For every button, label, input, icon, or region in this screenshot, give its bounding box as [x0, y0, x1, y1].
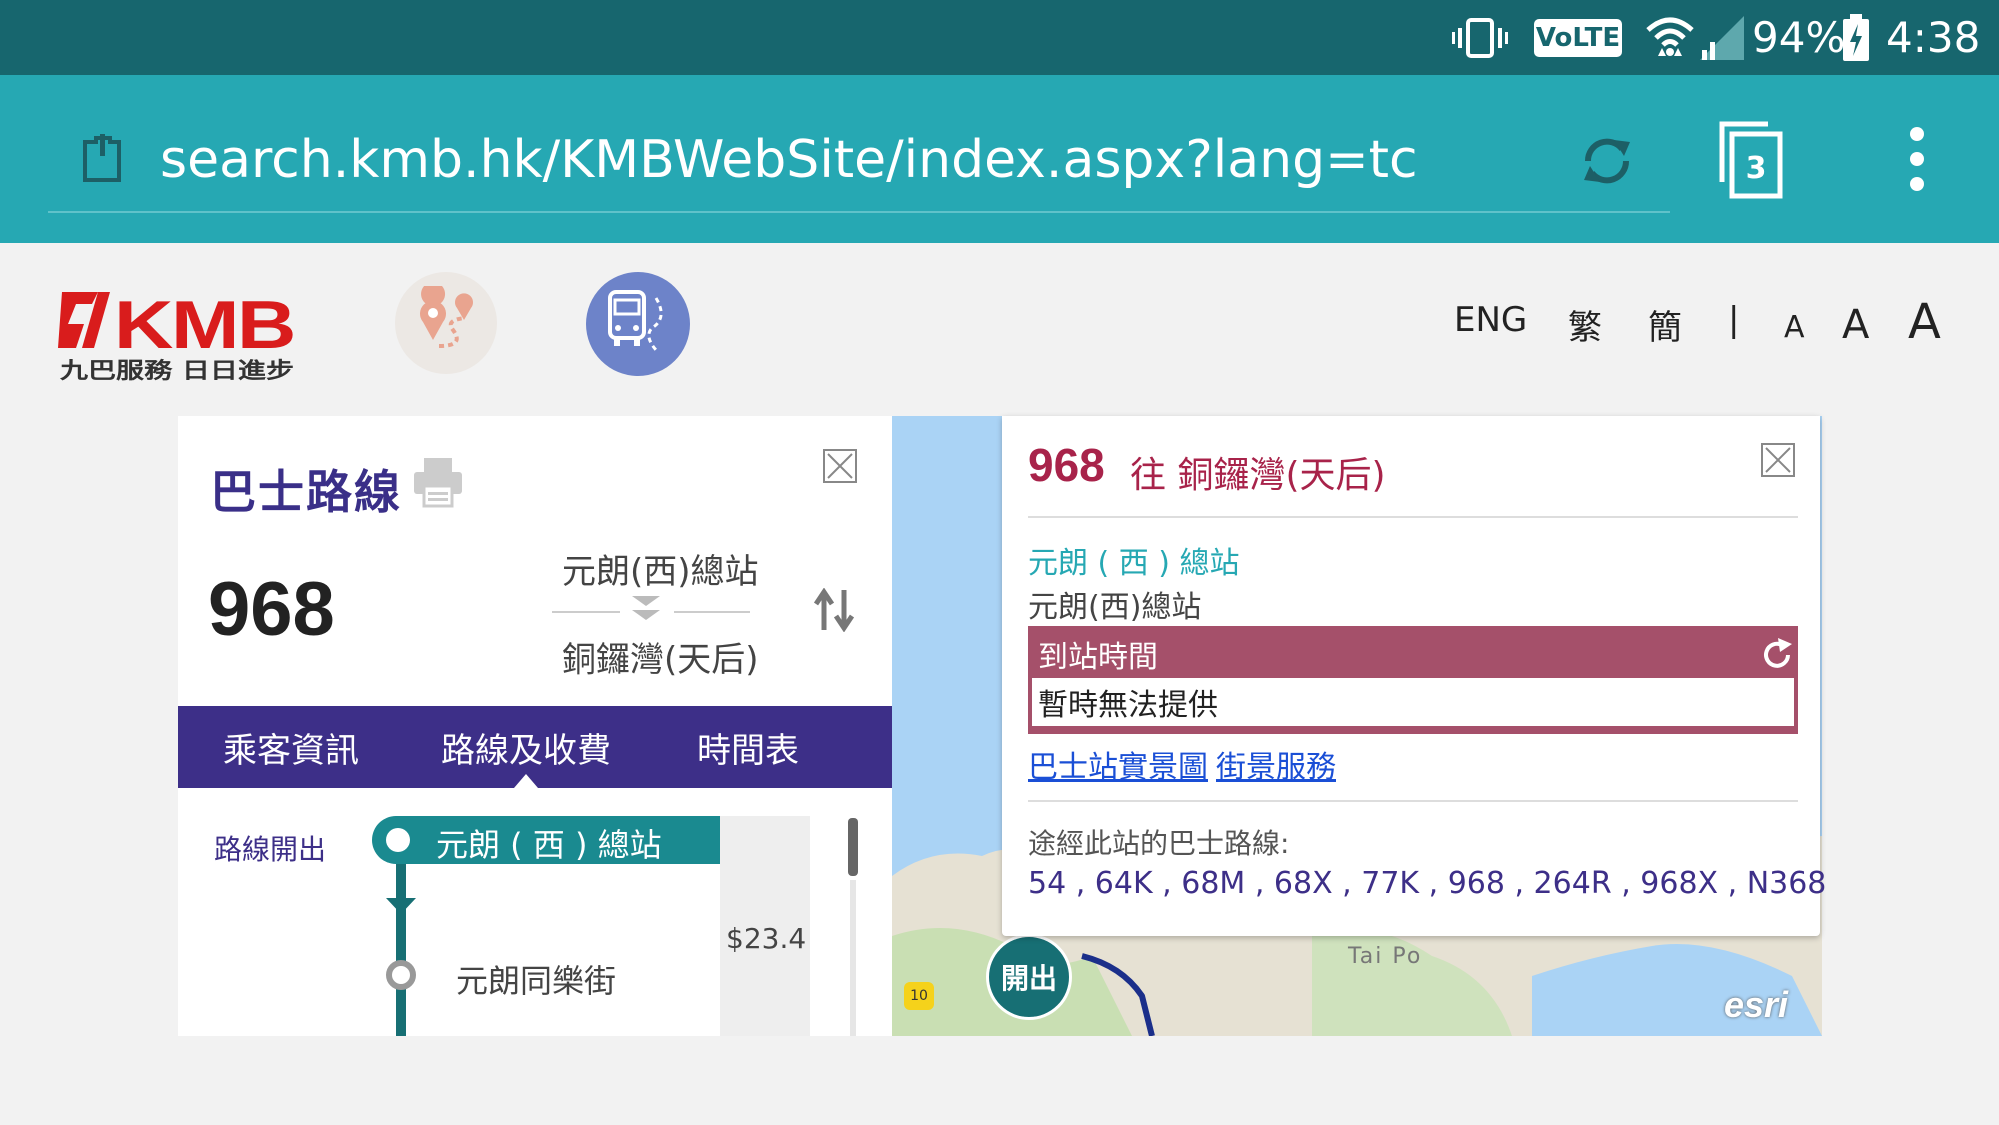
status-bar: VoLTE 94% 4:38: [0, 0, 1999, 75]
popup-route-number: 968: [1028, 439, 1105, 491]
stop-name[interactable]: 元朗 ( 西 ) 總站: [436, 820, 662, 866]
route-origin: 元朗(西)總站: [562, 552, 759, 592]
wifi-icon: [1646, 17, 1694, 56]
popup-destination: 往 銅鑼灣(天后): [1130, 455, 1386, 496]
url-field[interactable]: search.kmb.hk/KMBWebSite/index.aspx?lang…: [160, 130, 1418, 190]
page-icon[interactable]: [82, 134, 122, 184]
route-panel: 巴士路線 968 元朗(西)總站 銅鑼灣(天后) 乘客資訊 路線及收費 時間表 …: [178, 416, 892, 1036]
bus-route-icon: [608, 290, 663, 351]
route-search-button[interactable]: [395, 272, 497, 374]
print-icon[interactable]: [412, 456, 464, 508]
scrollbar-thumb[interactable]: [848, 818, 858, 876]
volte-icon: VoLTE: [1534, 19, 1622, 57]
route-destination: 銅鑼灣(天后): [562, 640, 759, 680]
popup-stop-title: 元朗 ( 西 ) 總站: [1028, 546, 1240, 581]
direction-label: 路線開出: [214, 833, 327, 866]
battery-percent: 94%: [1752, 13, 1846, 62]
fare-value: $23.4: [726, 922, 807, 955]
map-attribution: esri: [1724, 984, 1789, 1025]
more-menu-icon[interactable]: [1900, 126, 1934, 192]
vibrate-icon: [1452, 18, 1508, 58]
stop-photo-link[interactable]: 巴士站實景圖: [1028, 750, 1208, 785]
tab-passenger-info[interactable]: 乘客資訊: [178, 706, 404, 788]
logo-text: KMB: [114, 287, 294, 363]
site-header: [0, 243, 1999, 415]
lang-simplified[interactable]: 簡: [1648, 300, 1682, 349]
kmb-logo[interactable]: KMB 九巴服務 日日進步: [58, 284, 298, 384]
close-icon[interactable]: [1760, 442, 1796, 478]
header-divider: |: [1728, 300, 1740, 340]
font-size-large[interactable]: A: [1908, 294, 1941, 350]
swap-direction-icon[interactable]: [814, 588, 854, 632]
reload-icon[interactable]: [1578, 132, 1636, 190]
eta-header-label: 到站時間: [1038, 640, 1158, 675]
route-divider-right: [674, 611, 750, 613]
map-marker-label: 開出: [1000, 962, 1057, 995]
font-size-small[interactable]: A: [1784, 310, 1805, 345]
chevron-down-icon: [632, 596, 660, 620]
eta-value: 暫時無法提供: [1032, 678, 1794, 726]
route-number: 968: [208, 567, 335, 652]
clock: 4:38: [1886, 13, 1981, 62]
via-routes-list[interactable]: 54 , 64K , 68M , 68X , 77K , 968 , 264R …: [1028, 866, 1826, 901]
close-icon[interactable]: [822, 448, 858, 484]
arrow-down-icon: [386, 898, 416, 914]
signal-icon: [1700, 16, 1744, 60]
eta-header: 到站時間: [1032, 630, 1794, 678]
popup-links: 巴士站實景圖 街景服務: [1028, 742, 1344, 786]
stop-marker-icon: [386, 960, 416, 990]
bus-route-button[interactable]: [586, 272, 690, 376]
scrollbar-track[interactable]: [850, 880, 856, 1036]
popup-divider: [1028, 800, 1798, 802]
logo-tagline: 九巴服務 日日進步: [59, 358, 294, 384]
tab-timetable[interactable]: 時間表: [648, 706, 848, 788]
via-routes-label: 途經此站的巴士路線:: [1028, 827, 1290, 860]
map-place-label: Tai Po: [1348, 944, 1423, 969]
lang-traditional[interactable]: 繁: [1568, 300, 1602, 349]
refresh-icon[interactable]: [1758, 636, 1796, 674]
map-marker[interactable]: 開出: [986, 934, 1072, 1020]
stop-marker-icon: [386, 828, 410, 852]
street-view-link[interactable]: 街景服務: [1216, 750, 1336, 785]
popup-stop-name: 元朗(西)總站: [1028, 590, 1202, 625]
route-divider-left: [552, 611, 620, 613]
lang-eng[interactable]: ENG: [1454, 300, 1527, 340]
active-tab-indicator: [514, 774, 538, 788]
url-underline: [48, 211, 1670, 213]
road-badge: 10: [904, 982, 934, 1010]
panel-title: 巴士路線: [210, 465, 402, 519]
eta-box: 到站時間 暫時無法提供: [1028, 626, 1798, 734]
route-search-icon: [420, 286, 473, 348]
tab-count[interactable]: 3: [1732, 138, 1780, 198]
stop-name[interactable]: 元朗同樂街: [456, 956, 616, 1002]
route-stop-list: 路線開出 元朗 ( 西 ) 總站 元朗同樂街 $23.4: [178, 788, 892, 1036]
stop-popup: 968 往 銅鑼灣(天后) 元朗 ( 西 ) 總站 元朗(西)總站 到站時間 暫…: [1002, 416, 1826, 936]
battery-charging-icon: [1843, 14, 1869, 61]
font-size-medium[interactable]: A: [1842, 302, 1869, 348]
popup-divider: [1028, 516, 1798, 518]
